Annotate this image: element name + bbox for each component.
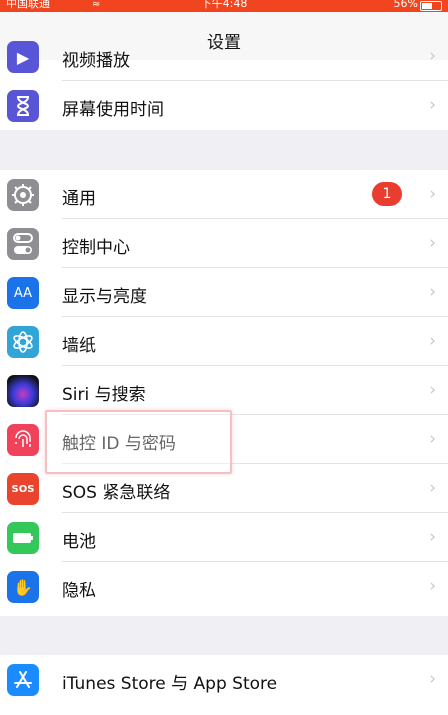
chevron-right-icon: ›	[429, 429, 436, 449]
siri-icon	[7, 375, 39, 407]
settings-row-video[interactable]: ▶ 视频播放 ›	[0, 32, 448, 81]
settings-row-wallpaper[interactable]: 墙纸 ›	[0, 317, 448, 366]
gear-icon	[7, 179, 39, 211]
row-label: 隐私	[62, 581, 96, 601]
row-label: iTunes Store 与 App Store	[62, 674, 278, 694]
toggle-icon	[7, 228, 39, 260]
settings-row-siri[interactable]: Siri 与搜索 ›	[0, 366, 448, 415]
notification-badge: 1	[372, 182, 402, 206]
battery-status-icon	[420, 1, 442, 11]
hourglass-icon	[7, 90, 39, 122]
settings-row-battery[interactable]: 电池 ›	[0, 513, 448, 562]
chevron-right-icon: ›	[429, 478, 436, 498]
hand-icon: ✋	[7, 571, 39, 603]
clock: 下午4:48	[200, 0, 248, 10]
chevron-right-icon: ›	[429, 282, 436, 302]
row-label: 墙纸	[62, 336, 96, 356]
row-label: Siri 与搜索	[62, 385, 146, 405]
flower-icon	[7, 326, 39, 358]
settings-row-display[interactable]: AA 显示与亮度 ›	[0, 268, 448, 317]
settings-row-general[interactable]: 通用 1 ›	[0, 170, 448, 219]
settings-row-app-store[interactable]: iTunes Store 与 App Store ›	[0, 655, 448, 704]
chevron-right-icon: ›	[429, 233, 436, 253]
row-label: 通用	[62, 189, 96, 209]
row-label: 视频播放	[62, 51, 130, 71]
chevron-right-icon: ›	[429, 46, 436, 66]
wifi-icon: ≈	[92, 0, 101, 10]
row-label: 控制中心	[62, 238, 130, 258]
chevron-right-icon: ›	[429, 669, 436, 689]
battery-icon	[7, 522, 39, 554]
row-label: 屏幕使用时间	[62, 100, 164, 120]
chevron-right-icon: ›	[429, 380, 436, 400]
battery-percent: 56%	[393, 0, 418, 10]
settings-row-screen-time[interactable]: 屏幕使用时间 ›	[0, 81, 448, 130]
carrier-label: 中国联通	[6, 0, 50, 10]
settings-row-control-center[interactable]: 控制中心 ›	[0, 219, 448, 268]
text-size-icon: AA	[7, 277, 39, 309]
settings-group-stores: iTunes Store 与 App Store ›	[0, 655, 448, 715]
row-label: SOS 紧急联络	[62, 483, 171, 503]
chevron-right-icon: ›	[429, 184, 436, 204]
status-bar: 中国联通 ≈ 下午4:48 56%	[0, 0, 448, 12]
settings-row-privacy[interactable]: ✋ 隐私 ›	[0, 562, 448, 611]
settings-group-main: 通用 1 › 控制中心 › AA 显示与亮度 › 墙纸 › Siri 与搜索 ›	[0, 170, 448, 616]
chevron-right-icon: ›	[429, 95, 436, 115]
chevron-right-icon: ›	[429, 576, 436, 596]
highlight-box	[45, 410, 232, 474]
row-label: 电池	[62, 532, 96, 552]
sos-icon: SOS	[7, 473, 39, 505]
video-icon: ▶	[7, 41, 39, 73]
app-store-icon	[7, 664, 39, 696]
chevron-right-icon: ›	[429, 331, 436, 351]
fingerprint-icon	[7, 424, 39, 456]
chevron-right-icon: ›	[429, 527, 436, 547]
settings-group-top: ▶ 视频播放 › 屏幕使用时间 ›	[0, 41, 448, 130]
row-label: 显示与亮度	[62, 287, 147, 307]
